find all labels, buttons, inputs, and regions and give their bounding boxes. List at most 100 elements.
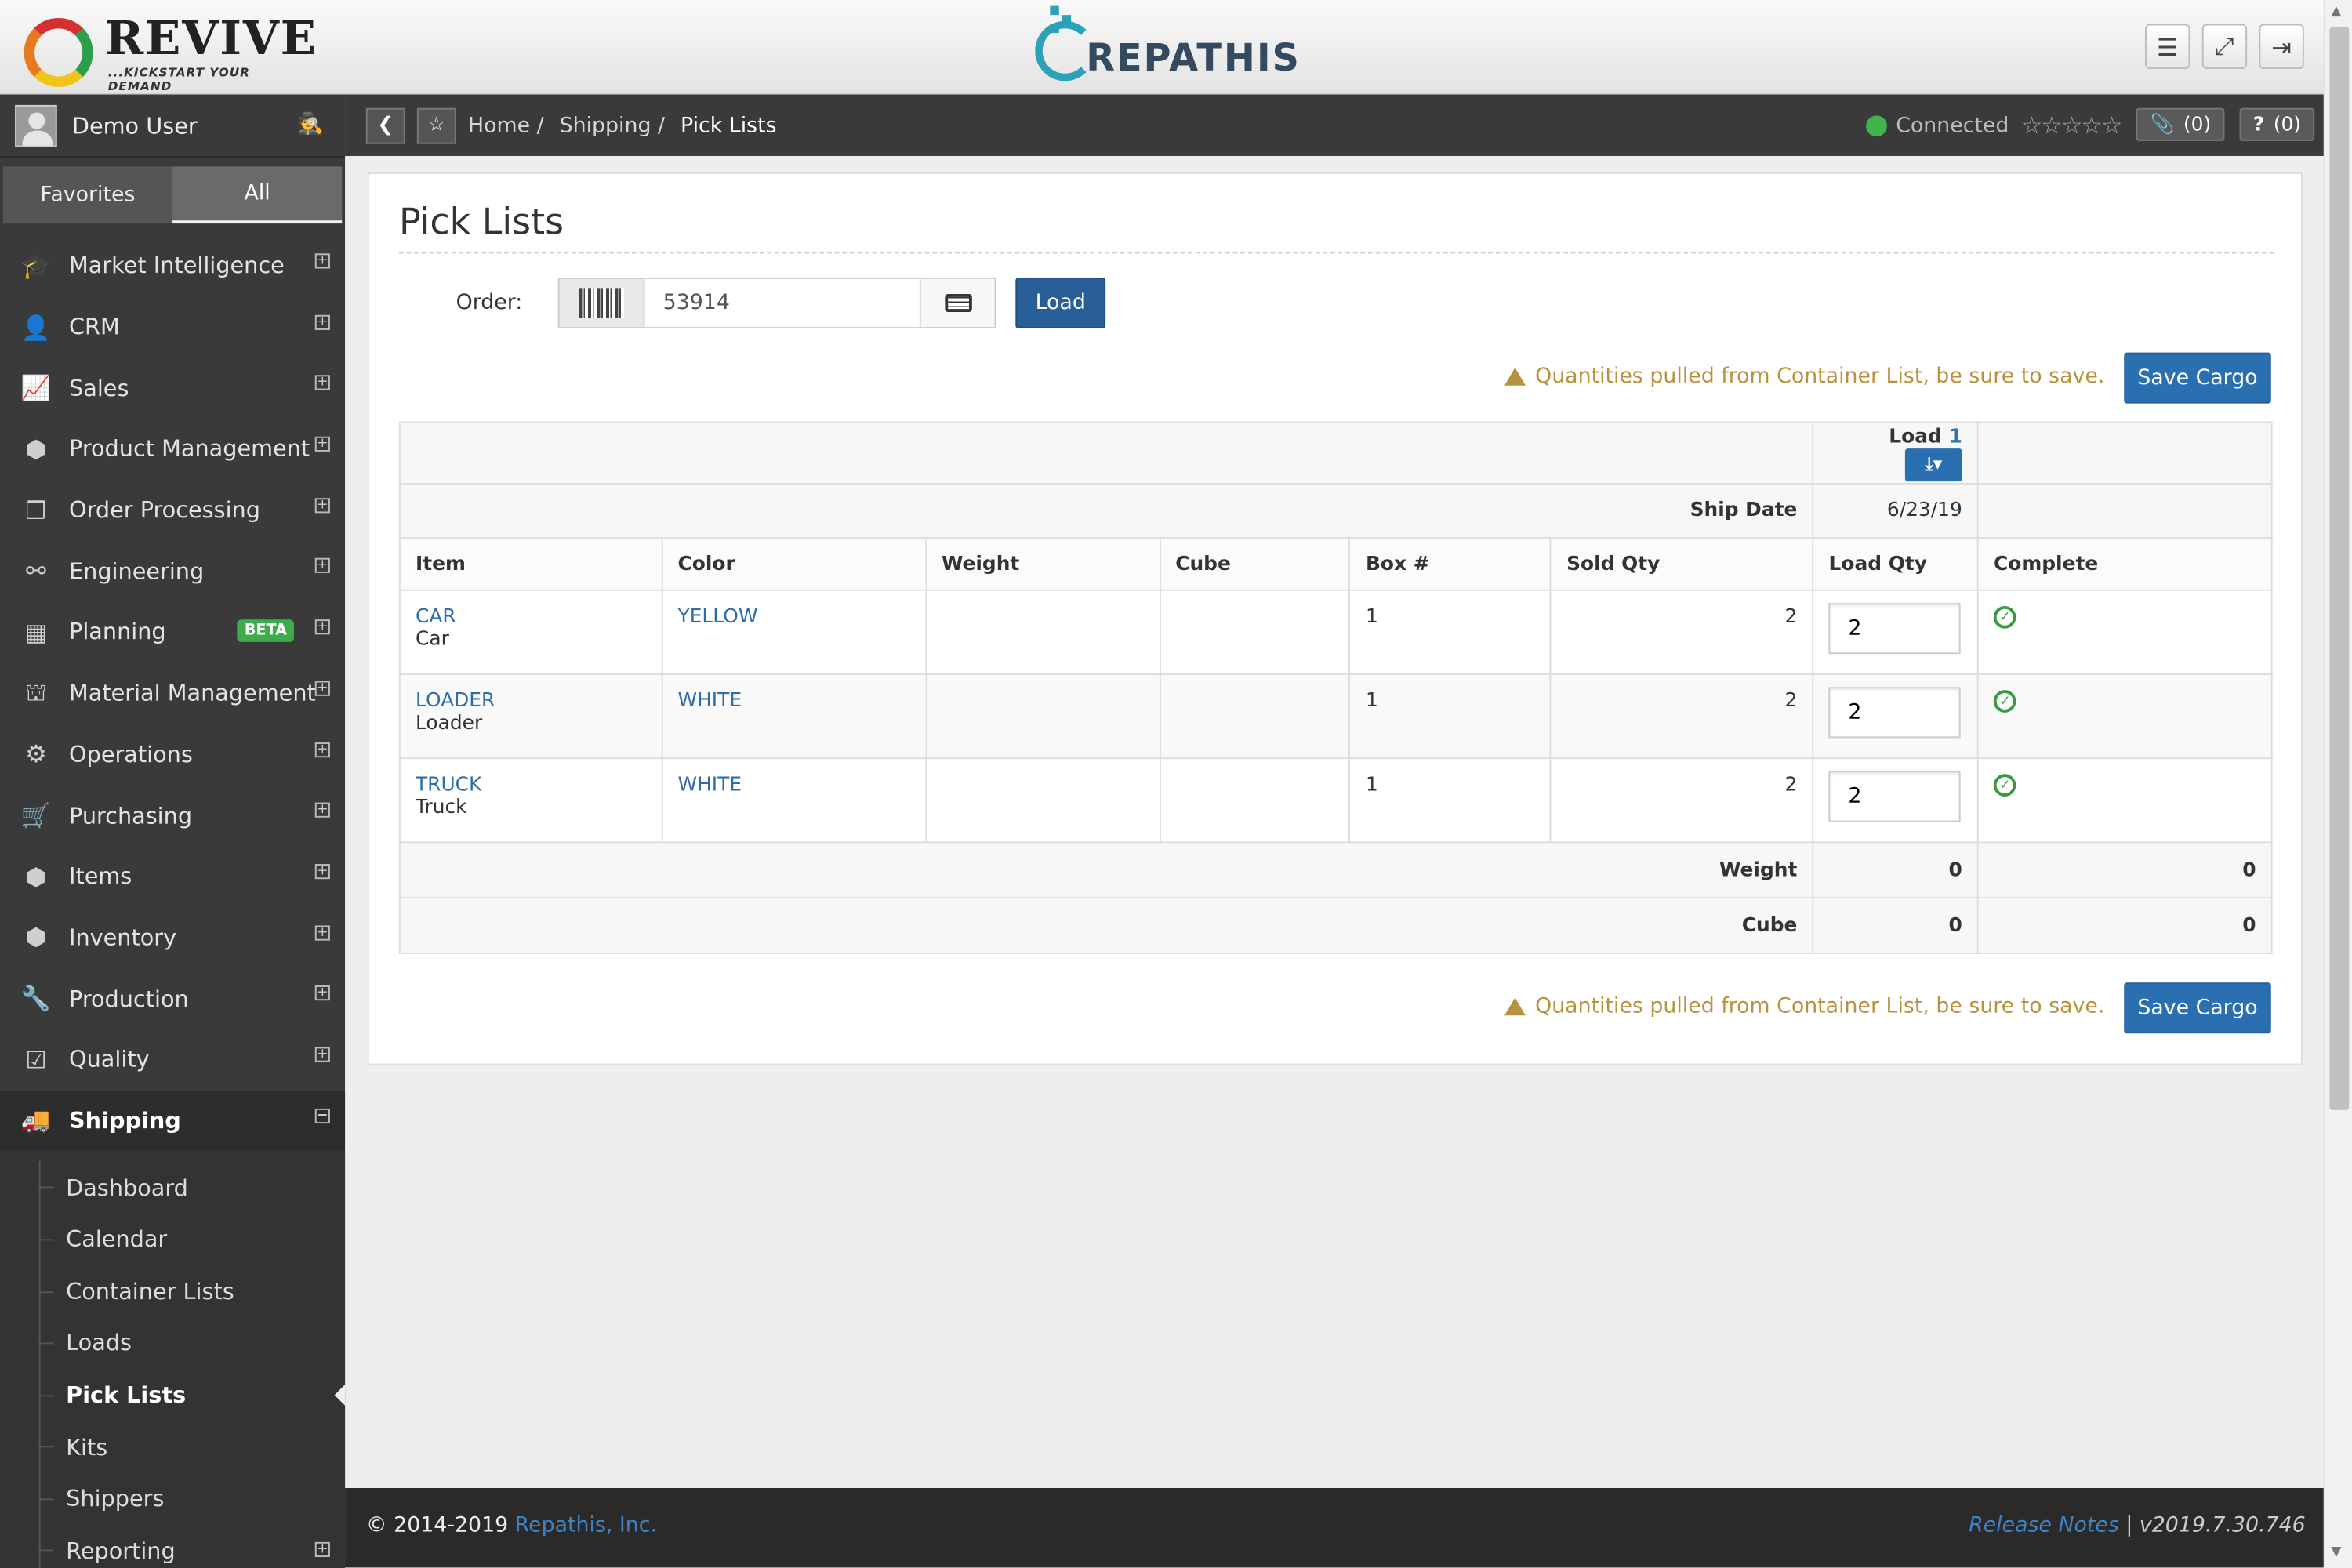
expand-plus-icon[interactable]: + xyxy=(314,1047,330,1062)
calendar-icon: ▦ xyxy=(24,618,48,647)
tab-favorites[interactable]: Favorites xyxy=(2,166,173,224)
load-header-row: Load 1 ⤓▾ xyxy=(398,421,2273,485)
scrollbar-thumb[interactable] xyxy=(2329,27,2350,1110)
sidebar-subitem-calendar[interactable]: Calendar xyxy=(0,1213,345,1265)
expand-plus-icon[interactable]: + xyxy=(314,314,330,330)
expand-plus-icon[interactable]: + xyxy=(314,924,330,940)
expand-plus-icon[interactable]: + xyxy=(314,802,330,818)
sidebar-subitem-loads[interactable]: Loads xyxy=(0,1317,345,1369)
sidebar-item-sales[interactable]: 📈 Sales + xyxy=(0,358,345,419)
color-link[interactable]: YELLOW xyxy=(678,606,758,629)
item-link[interactable]: LOADER xyxy=(416,690,646,713)
revive-tagline: ...KICKSTART YOUR DEMAND xyxy=(107,66,250,93)
title-divider xyxy=(398,252,2274,254)
scroll-up-icon[interactable]: ▲ xyxy=(2331,5,2341,20)
expand-plus-icon[interactable]: + xyxy=(314,619,330,635)
expand-plus-icon[interactable]: + xyxy=(314,863,330,879)
sidebar-item-market-intelligence[interactable]: 🎓 Market Intelligence + xyxy=(0,235,345,296)
user-secret-icon[interactable]: 🕵 xyxy=(298,112,324,136)
sidebar-item-operations[interactable]: ⚙ Operations + xyxy=(0,724,345,785)
col-complete[interactable]: Complete xyxy=(1976,536,2273,591)
sidebar-item-production[interactable]: 🔧 Production + xyxy=(0,968,345,1029)
user-panel[interactable]: Demo User 🕵 xyxy=(0,95,346,158)
sidebar-item-inventory[interactable]: ⬢ Inventory + xyxy=(0,907,345,968)
sidebar-item-engineering[interactable]: ⚯ Engineering + xyxy=(0,541,345,602)
item-link[interactable]: CAR xyxy=(416,606,646,629)
warning-icon xyxy=(1504,997,1526,1016)
rating-stars[interactable]: ☆☆☆☆☆ xyxy=(2021,111,2123,140)
expand-plus-icon[interactable]: + xyxy=(314,985,330,1001)
sidebar-subitem-container-lists[interactable]: Container Lists xyxy=(0,1265,345,1317)
col-item[interactable]: Item xyxy=(398,536,663,591)
color-link[interactable]: WHITE xyxy=(678,774,742,797)
expand-plus-icon[interactable]: + xyxy=(314,681,330,696)
check-circle-icon[interactable]: ✓ xyxy=(1993,690,2016,713)
sidebar-subitem-shippers[interactable]: Shippers xyxy=(0,1472,345,1525)
sidebar-item-crm[interactable]: 👤 CRM + xyxy=(0,296,345,358)
expand-plus-icon[interactable]: + xyxy=(314,376,330,391)
col-cube[interactable]: Cube xyxy=(1159,536,1351,591)
check-circle-icon[interactable]: ✓ xyxy=(1993,774,2016,797)
load-qty-input[interactable] xyxy=(1828,771,1961,822)
sidebar-item-purchasing[interactable]: 🛒 Purchasing + xyxy=(0,785,345,846)
col-weight[interactable]: Weight xyxy=(924,536,1161,591)
save-cargo-button[interactable]: Save Cargo xyxy=(2124,352,2271,404)
expand-plus-icon[interactable]: + xyxy=(314,497,330,513)
sidebar-item-items[interactable]: ⬢ Items + xyxy=(0,846,345,907)
order-input[interactable] xyxy=(644,277,921,329)
sidebar-item-shipping[interactable]: 🚚 Shipping − xyxy=(0,1090,346,1152)
logout-button[interactable]: ⇥ xyxy=(2259,24,2304,70)
table-row: LOADERLoader WHITE 1 2 ✓ xyxy=(398,673,2273,760)
menu-button[interactable]: ☰ xyxy=(2145,24,2190,70)
load-button[interactable]: Load xyxy=(1015,277,1106,329)
load-number-link[interactable]: 1 xyxy=(1948,425,1962,448)
page-scrollbar[interactable]: ▲ ▼ xyxy=(2323,0,2352,1568)
load-qty-input[interactable] xyxy=(1828,603,1961,655)
expand-plus-icon[interactable]: + xyxy=(314,253,330,269)
repathis-logo[interactable]: REPATHIS xyxy=(1032,3,1317,90)
help-button[interactable]: ? (0) xyxy=(2239,107,2315,141)
col-sold-qty[interactable]: Sold Qty xyxy=(1550,536,1814,591)
back-button[interactable]: ❮ xyxy=(365,107,405,143)
attachments-button[interactable]: 📎 (0) xyxy=(2136,107,2225,141)
breadcrumb-bar: ❮ ☆ Home / Shipping / Pick Lists Connect… xyxy=(345,94,2324,156)
download-dropdown-button[interactable]: ⤓▾ xyxy=(1905,448,1962,481)
favorite-button[interactable]: ☆ xyxy=(416,107,456,143)
expand-plus-icon[interactable]: + xyxy=(314,436,330,452)
sidebar-item-order-processing[interactable]: ❐ Order Processing + xyxy=(0,480,345,541)
revive-logo[interactable]: REVIVE ...KICKSTART YOUR DEMAND xyxy=(18,9,318,93)
breadcrumb-separator: / xyxy=(536,113,544,138)
sidebar-item-planning[interactable]: ▦ Planning BETA + xyxy=(0,601,345,662)
item-link[interactable]: TRUCK xyxy=(416,774,646,797)
keyboard-button[interactable] xyxy=(920,277,996,329)
sidebar-subitem-kits[interactable]: Kits xyxy=(0,1421,345,1472)
expand-plus-icon[interactable]: + xyxy=(314,742,330,757)
load-qty-input[interactable] xyxy=(1828,687,1961,739)
breadcrumb-shipping[interactable]: Shipping xyxy=(560,113,652,137)
col-load-qty[interactable]: Load Qty xyxy=(1812,536,1979,591)
sidebar-subitem-reporting[interactable]: Reporting + xyxy=(0,1524,345,1568)
scroll-down-icon[interactable]: ▼ xyxy=(2331,1545,2341,1560)
order-label: Order: xyxy=(456,291,523,315)
sidebar-subitem-dashboard[interactable]: Dashboard xyxy=(0,1161,345,1213)
fullscreen-button[interactable]: ⤢ xyxy=(2201,24,2248,70)
expand-plus-icon[interactable]: + xyxy=(314,558,330,574)
app-root: REVIVE ...KICKSTART YOUR DEMAND REPATHIS… xyxy=(0,0,2352,1568)
connection-status-text: Connected xyxy=(1896,113,2009,138)
tab-all[interactable]: All xyxy=(172,166,343,224)
col-color[interactable]: Color xyxy=(661,536,927,591)
color-link[interactable]: WHITE xyxy=(678,690,742,713)
breadcrumb-home[interactable]: Home xyxy=(468,113,530,137)
collapse-minus-icon[interactable]: − xyxy=(314,1108,330,1123)
sidebar-item-product-management[interactable]: ⬢ Product Management + xyxy=(0,419,345,480)
company-link[interactable]: Repathis, Inc. xyxy=(515,1514,657,1538)
check-circle-icon[interactable]: ✓ xyxy=(1993,605,2016,629)
barcode-scan-button[interactable] xyxy=(557,277,645,329)
expand-plus-icon[interactable]: + xyxy=(314,1542,330,1558)
release-notes-link[interactable]: Release Notes xyxy=(1969,1514,2119,1538)
save-cargo-button-bottom[interactable]: Save Cargo xyxy=(2124,982,2271,1034)
sidebar-item-material-management[interactable]: ⛫ Material Management + xyxy=(0,662,345,724)
col-box[interactable]: Box # xyxy=(1348,536,1552,591)
sidebar-subitem-pick-lists[interactable]: Pick Lists xyxy=(0,1369,346,1421)
sidebar-item-quality[interactable]: ☑ Quality + xyxy=(0,1029,345,1090)
